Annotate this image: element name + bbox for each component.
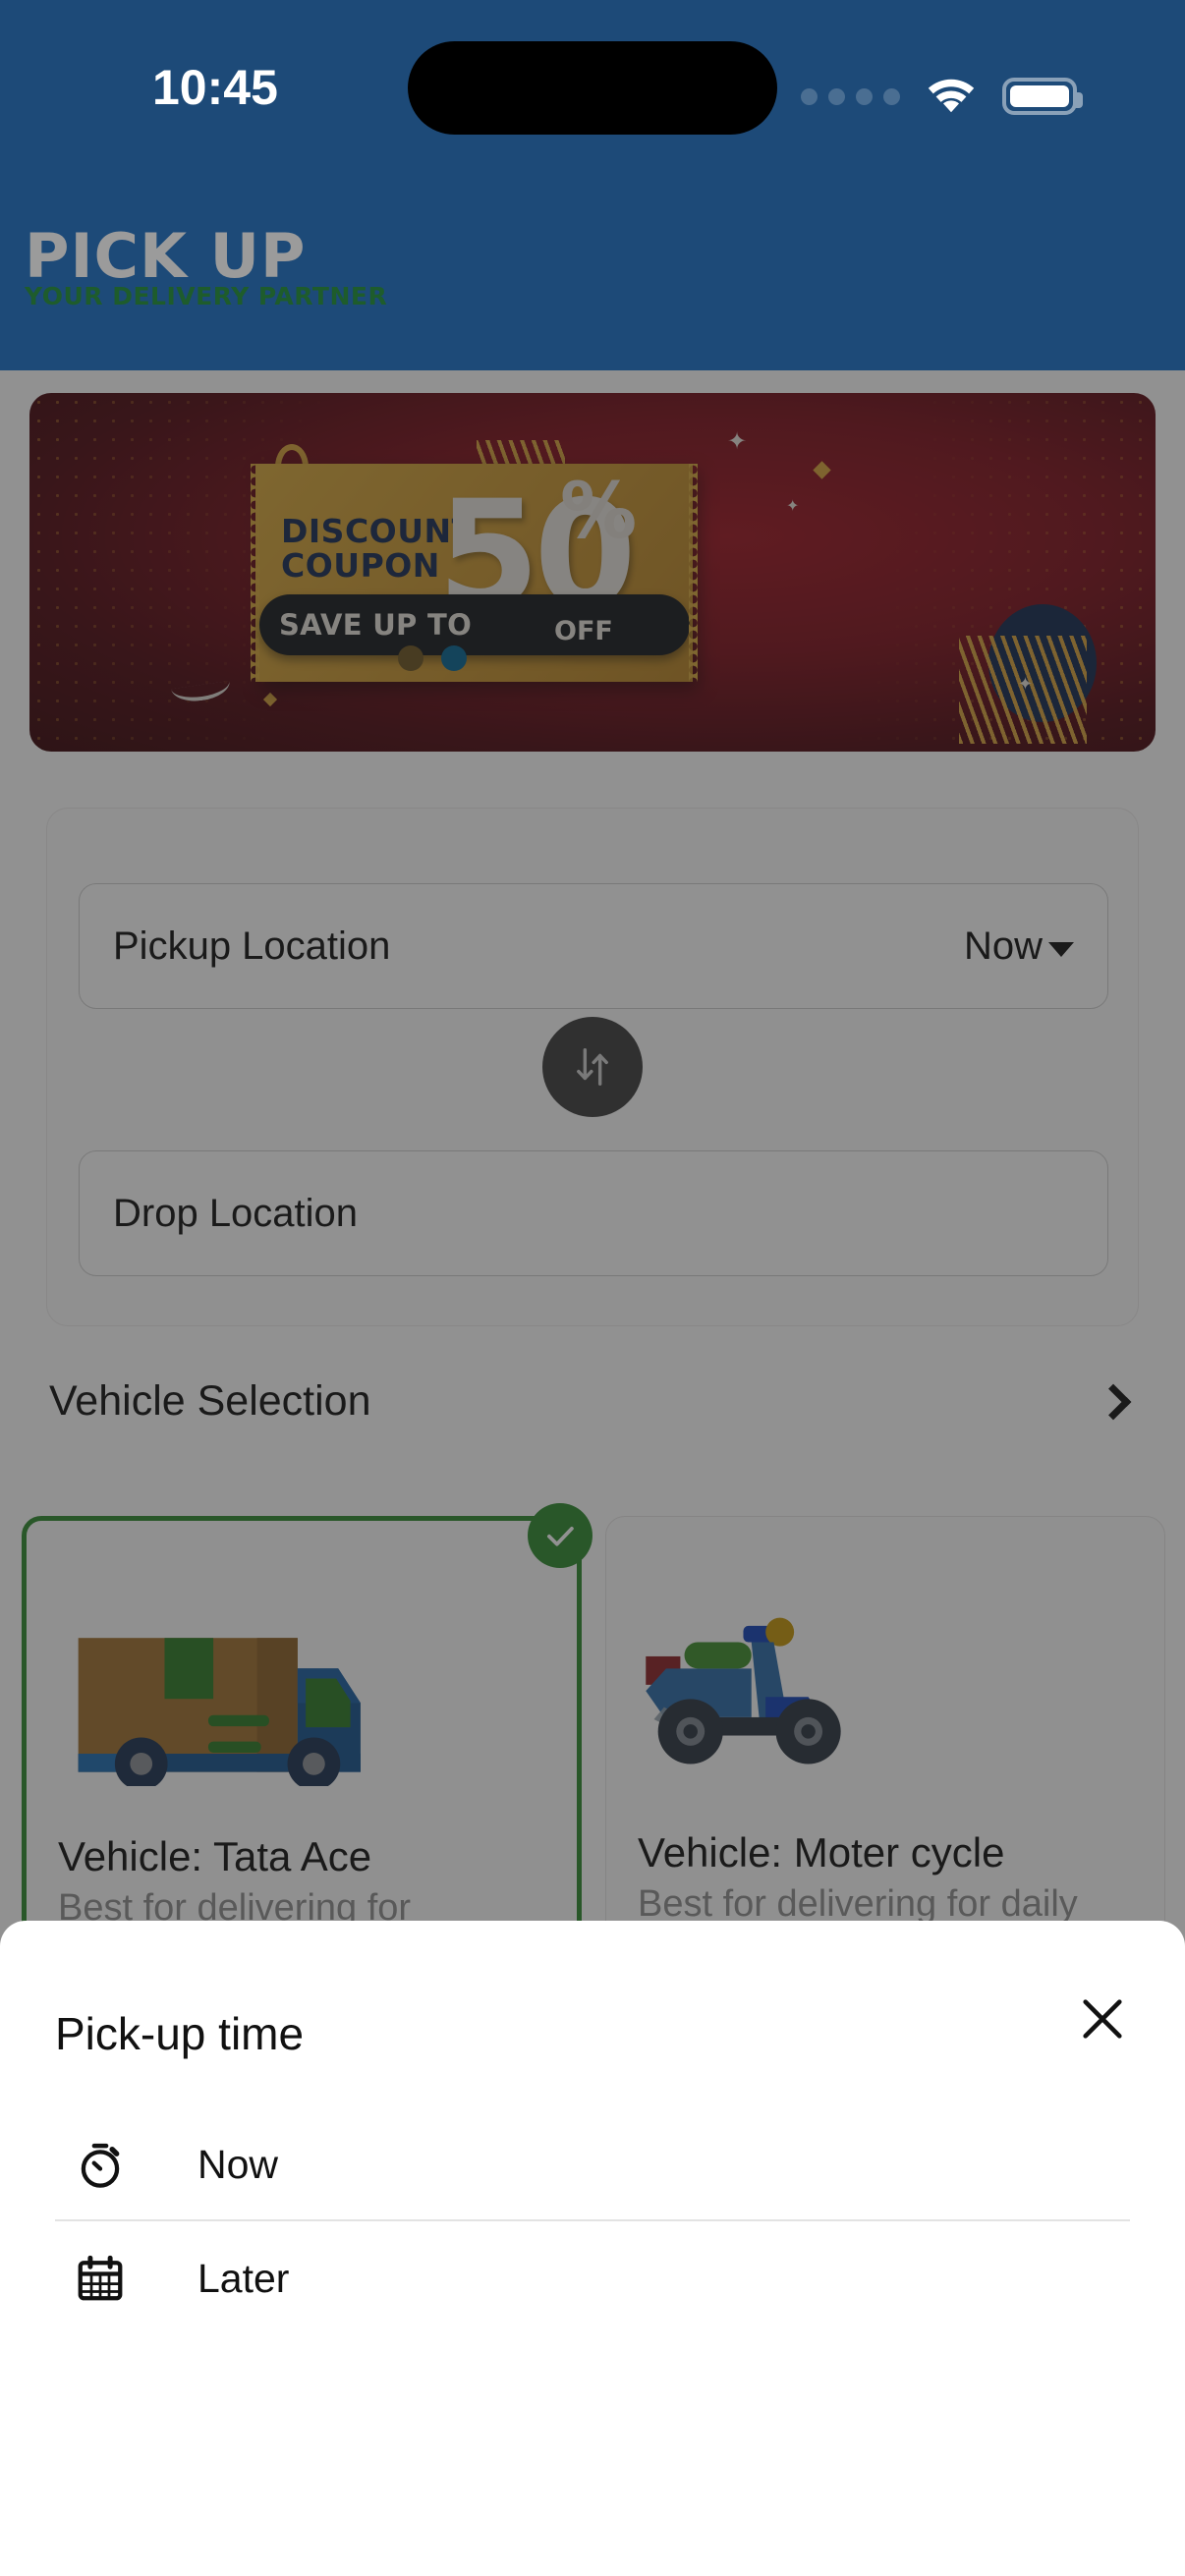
app-logo-tagline: YOUR DELIVERY PARTNER — [25, 281, 388, 310]
app-logo-title: PICK UP — [25, 220, 307, 292]
close-button[interactable] — [1065, 1982, 1140, 2056]
battery-icon — [1002, 78, 1083, 115]
calendar-icon — [74, 2252, 135, 2305]
stopwatch-icon — [74, 2138, 135, 2191]
sheet-title: Pick-up time — [55, 2008, 305, 2059]
pickup-time-options: Now Later — [0, 2107, 1185, 2335]
option-now[interactable]: Now — [0, 2107, 1185, 2221]
signal-dots-icon — [801, 87, 900, 105]
option-later[interactable]: Later — [0, 2221, 1185, 2335]
status-bar-time: 10:45 — [152, 60, 278, 115]
app-logo: PICK UP YOUR DELIVERY PARTNER — [25, 220, 388, 310]
dynamic-island — [408, 41, 777, 135]
close-x-icon — [1083, 1999, 1122, 2039]
option-label: Later — [198, 2255, 290, 2301]
option-label: Now — [198, 2141, 279, 2187]
phone-screen: 10:45 PICK UP YOUR DELIVERY PARTNER Pick… — [0, 0, 1185, 2576]
pickup-time-sheet: Pick-up time Now Later — [0, 1921, 1185, 2576]
status-bar: 10:45 — [0, 0, 1185, 147]
status-bar-icons — [801, 77, 1083, 116]
wifi-icon — [926, 77, 977, 116]
